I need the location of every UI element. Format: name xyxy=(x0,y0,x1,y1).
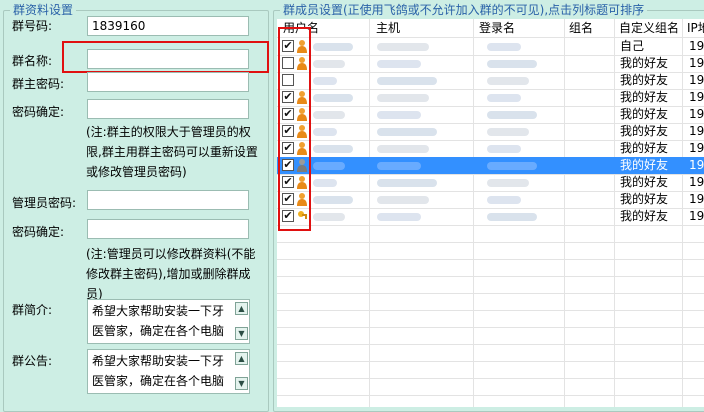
notice-label: 群公告: xyxy=(12,354,53,368)
obscured-cell xyxy=(487,60,537,68)
column-header-ip[interactable]: IP地 xyxy=(687,19,704,37)
column-header-login[interactable]: 登录名 xyxy=(479,19,515,37)
member-row[interactable]: ✔自己192 xyxy=(277,38,704,55)
member-row[interactable]: ✔我的好友192 xyxy=(277,106,704,123)
owner-password-label: 群主密码: xyxy=(12,77,65,91)
member-list[interactable]: 用户名 主机 登录名 组名 自定义组名 IP地 ✔自己192我的好友192我的好… xyxy=(277,19,704,407)
scroll-down-icon[interactable]: ▼ xyxy=(235,377,248,390)
ip-cell: 192 xyxy=(689,90,704,104)
custom-group-cell: 我的好友 xyxy=(620,175,669,189)
obscured-cell xyxy=(377,94,429,102)
obscured-cell xyxy=(313,60,345,68)
ip-cell: 192 xyxy=(689,141,704,155)
intro-label: 群简介: xyxy=(12,303,53,317)
obscured-cell xyxy=(313,128,337,136)
group-info-title: 群资料设置 xyxy=(10,3,77,17)
notice-text: 希望大家帮助安装一下牙医管家，确定在各个电脑 xyxy=(92,354,225,388)
member-row[interactable]: ✔我的好友192 xyxy=(277,191,704,208)
group-name-highlight-box xyxy=(62,41,269,73)
intro-text: 希望大家帮助安装一下牙医管家，确定在各个电脑 xyxy=(92,304,225,338)
obscured-cell xyxy=(377,128,437,136)
obscured-cell xyxy=(313,162,345,170)
obscured-cell xyxy=(487,43,521,51)
custom-group-cell: 我的好友 xyxy=(620,209,669,223)
member-row[interactable]: 我的好友 192 xyxy=(277,72,704,89)
ip-cell: 192 xyxy=(689,73,704,87)
ip-cell: 192 xyxy=(689,192,704,206)
scroll-down-icon[interactable]: ▼ xyxy=(235,327,248,340)
ip-cell: 192 xyxy=(689,175,704,189)
custom-group-cell: 我的好友 xyxy=(620,90,669,104)
custom-group-cell: 我的好友 xyxy=(620,192,669,206)
custom-group-cell: 我的好友 xyxy=(620,141,669,155)
ip-cell: 192 xyxy=(689,209,704,223)
obscured-cell xyxy=(377,43,429,51)
admin-note: (注:管理员可以修改群资料(不能修改群主密码),增加或删除群成员) xyxy=(86,247,256,301)
custom-group-cell: 自己 xyxy=(620,39,645,53)
member-row[interactable]: ✔我的好友192 xyxy=(277,89,704,106)
ip-cell: 192 xyxy=(689,39,704,53)
obscured-cell xyxy=(487,77,529,85)
obscured-cell xyxy=(313,94,353,102)
obscured-cell xyxy=(313,145,353,153)
group-number-field[interactable]: 1839160 xyxy=(87,16,249,36)
member-settings-title: 群成员设置(正使用飞鸽或不允许加入群的不可见),点击列标题可排序 xyxy=(280,3,648,17)
obscured-cell xyxy=(487,162,537,170)
ip-cell: 192 xyxy=(689,124,704,138)
obscured-cell xyxy=(377,179,437,187)
custom-group-cell: 我的好友 xyxy=(620,56,669,70)
obscured-cell xyxy=(487,128,529,136)
obscured-cell xyxy=(313,196,353,204)
member-row[interactable]: ✔我的好友192 xyxy=(277,174,704,191)
custom-group-cell: 我的好友 xyxy=(620,73,669,87)
ip-cell: 192 xyxy=(689,107,704,121)
member-row[interactable]: 我的好友 192 xyxy=(277,55,704,72)
obscured-cell xyxy=(487,196,521,204)
owner-password-field[interactable] xyxy=(87,72,249,92)
ip-cell: 192 xyxy=(689,56,704,70)
owner-note: (注:群主的权限大于管理员的权限,群主用群主密码可以重新设置或修改管理员密码) xyxy=(86,125,258,179)
obscured-cell xyxy=(313,77,337,85)
checkbox-column-highlight-box xyxy=(278,27,311,231)
obscured-cell xyxy=(377,145,429,153)
notice-textarea[interactable]: 希望大家帮助安装一下牙医管家，确定在各个电脑 ▲ ▼ xyxy=(87,349,250,394)
confirm-password-field-2[interactable] xyxy=(87,219,249,239)
custom-group-cell: 我的好友 xyxy=(620,124,669,138)
confirm-password-label: 密码确定: xyxy=(12,105,65,119)
obscured-cell xyxy=(487,213,537,221)
group-name-label: 群名称: xyxy=(12,54,53,68)
scroll-up-icon[interactable]: ▲ xyxy=(235,302,248,315)
member-row[interactable]: ✔我的好友192 xyxy=(277,208,704,225)
obscured-cell xyxy=(377,60,421,68)
obscured-cell xyxy=(487,111,537,119)
obscured-cell xyxy=(377,162,421,170)
obscured-cell xyxy=(313,213,345,221)
obscured-cell xyxy=(377,111,421,119)
obscured-cell xyxy=(313,111,345,119)
group-number-label: 群号码: xyxy=(12,19,53,33)
obscured-cell xyxy=(377,77,437,85)
obscured-cell xyxy=(487,94,521,102)
member-row[interactable]: ✔我的好友192 xyxy=(277,123,704,140)
custom-group-cell: 我的好友 xyxy=(620,107,669,121)
obscured-cell xyxy=(487,179,529,187)
intro-textarea[interactable]: 希望大家帮助安装一下牙医管家，确定在各个电脑 ▲ ▼ xyxy=(87,299,250,344)
obscured-cell xyxy=(313,179,337,187)
obscured-cell xyxy=(487,145,521,153)
scroll-up-icon[interactable]: ▲ xyxy=(235,352,248,365)
confirm-password-field[interactable] xyxy=(87,99,249,119)
confirm-password-label-2: 密码确定: xyxy=(12,225,65,239)
member-row[interactable]: ✔我的好友192 xyxy=(277,140,704,157)
admin-password-label: 管理员密码: xyxy=(12,196,77,210)
member-row[interactable]: ✔我的好友192 xyxy=(277,157,704,174)
column-header-host[interactable]: 主机 xyxy=(376,19,400,37)
column-header-custom-group[interactable]: 自定义组名 xyxy=(619,19,679,37)
obscured-cell xyxy=(377,213,421,221)
obscured-cell xyxy=(313,43,353,51)
custom-group-cell: 我的好友 xyxy=(620,158,669,172)
column-header-group[interactable]: 组名 xyxy=(569,19,593,37)
ip-cell: 192 xyxy=(689,158,704,172)
obscured-cell xyxy=(377,196,429,204)
admin-password-field[interactable] xyxy=(87,190,249,210)
